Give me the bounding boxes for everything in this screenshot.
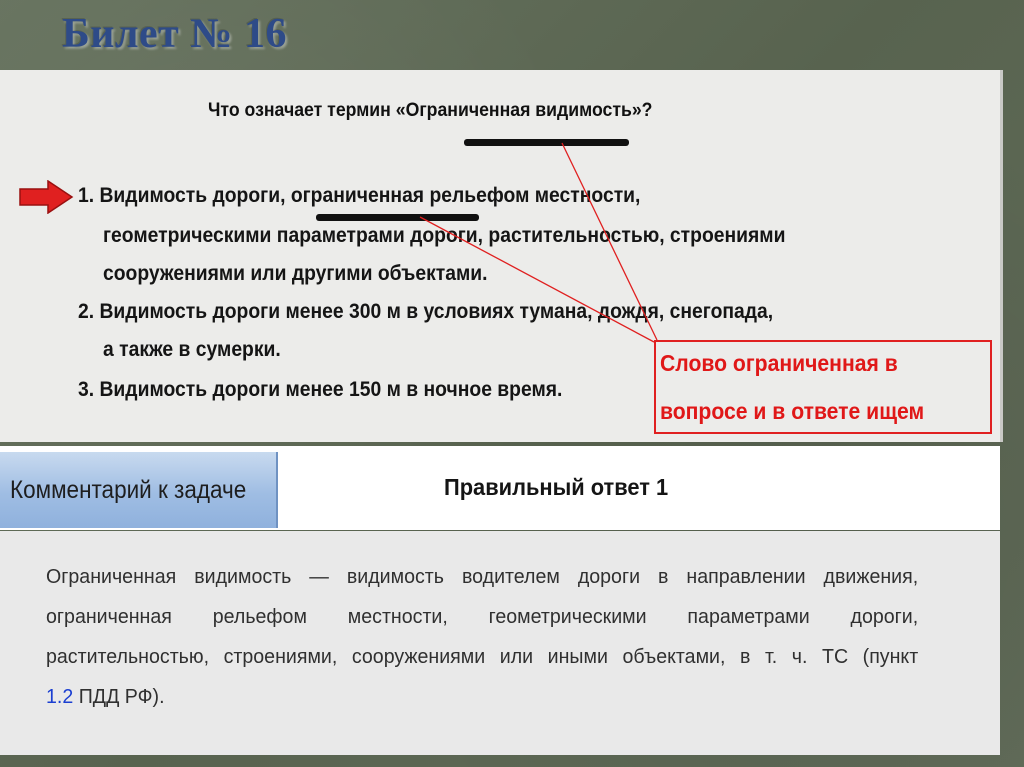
answer-keyword-underline bbox=[316, 214, 479, 221]
answer-1-line-1[interactable]: 1. Видимость дороги, ограниченная рельеф… bbox=[78, 184, 640, 208]
question-text: Что означает термин «Ограниченная видимо… bbox=[208, 100, 653, 121]
answer-1-keyword: ограниченная bbox=[290, 184, 425, 207]
slide-title: Билет № 16 bbox=[62, 11, 288, 57]
answer-3-line-1[interactable]: 3. Видимость дороги менее 150 м в ночное… bbox=[78, 378, 562, 402]
comment-line-2: ограниченная рельефом местности, геометр… bbox=[46, 606, 919, 628]
rule-link[interactable]: 1.2 bbox=[46, 686, 73, 708]
comment-line-3: растительностью, строениями, сооружениям… bbox=[46, 646, 919, 668]
annotation-line-1: Слово ограниченная в bbox=[660, 350, 898, 376]
annotation-box: Слово ограниченная в вопросе и в ответе … bbox=[654, 340, 992, 434]
comment-tab-label: Комментарий к задаче bbox=[10, 476, 247, 504]
answer-1-text-rest: рельефом местности, bbox=[424, 184, 641, 207]
answer-1-line-3: сооружениями или другими объектами. bbox=[103, 262, 488, 285]
comment-line-1: Ограниченная видимость — видимость водит… bbox=[46, 566, 919, 588]
correct-answer: Правильный ответ 1 bbox=[444, 474, 669, 500]
question-underline bbox=[464, 139, 629, 146]
annotation-line-2: вопросе и в ответе ищем bbox=[660, 398, 925, 424]
comment-line-4-text: ПДД РФ). bbox=[73, 686, 165, 708]
answer-1-line-2: геометрическими параметрами дороги, раст… bbox=[103, 224, 786, 247]
answer-2-line-2: а также в сумерки. bbox=[103, 338, 281, 361]
comment-line-4: 1.2 ПДД РФ). bbox=[46, 677, 918, 717]
comment-tab[interactable]: Комментарий к задаче bbox=[0, 452, 278, 528]
comment-body: Ограниченная видимость — видимость водит… bbox=[46, 557, 936, 717]
answer-1-text: 1. Видимость дороги, bbox=[78, 184, 291, 207]
right-arrow-icon bbox=[19, 180, 74, 214]
answer-2-line-1[interactable]: 2. Видимость дороги менее 300 м в услови… bbox=[78, 300, 773, 324]
